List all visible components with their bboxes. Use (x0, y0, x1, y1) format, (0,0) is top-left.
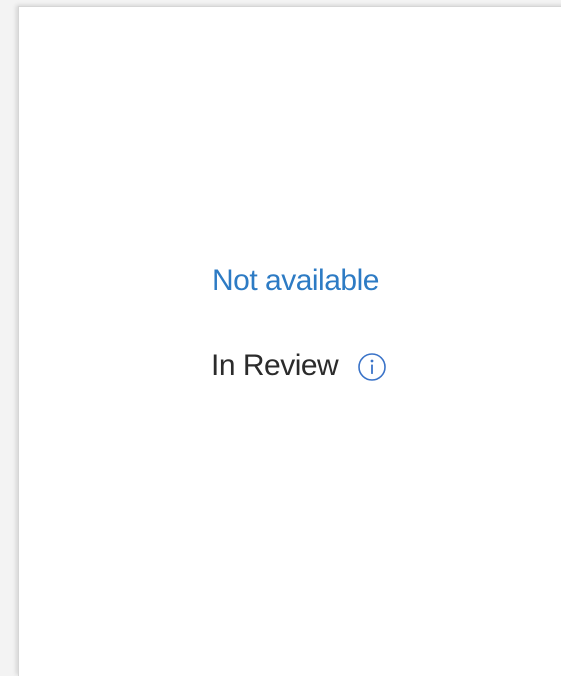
info-icon[interactable] (357, 352, 387, 382)
review-status-row: In Review (211, 349, 387, 383)
status-panel: Not available In Review (18, 6, 561, 676)
info-circle-icon (358, 353, 387, 381)
review-status-label: In Review (211, 349, 339, 382)
not-available-link[interactable]: Not available (212, 264, 379, 298)
